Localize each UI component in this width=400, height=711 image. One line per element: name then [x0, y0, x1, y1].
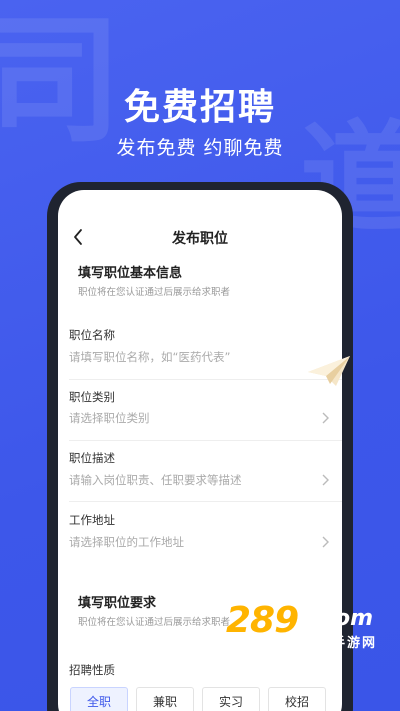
section-hint-requirements: 职位将在您认证通过后展示给求职者 — [78, 617, 231, 628]
divider — [69, 501, 342, 502]
nav-bar: 发布职位 — [58, 220, 342, 254]
chip-campus[interactable]: 校招 — [268, 687, 326, 711]
job-name-input[interactable]: 请填写职位名称，如“医药代表” — [69, 349, 230, 365]
divider — [69, 379, 342, 380]
watermark-number: 289 — [226, 600, 299, 641]
hero-subtitle: 发布免费 约聊免费 — [116, 137, 284, 159]
hero-title: 免费招聘 — [123, 87, 276, 128]
paper-plane-icon — [308, 356, 350, 386]
field-label: 工作地址 — [69, 513, 115, 527]
watermark-suffix: com — [322, 606, 374, 631]
section-hint-basic: 职位将在您认证通过后展示给求职者 — [78, 287, 231, 298]
chip-full-time[interactable]: 全职 — [70, 687, 128, 711]
section-title-basic: 填写职位基本信息 — [78, 266, 183, 281]
field-label: 职位名称 — [69, 328, 115, 342]
chip-internship[interactable]: 实习 — [202, 687, 260, 711]
chevron-right-icon — [322, 536, 329, 548]
chevron-right-icon — [322, 474, 329, 486]
site-watermark: 289 com 手游网 — [226, 600, 396, 651]
field-label: 职位描述 — [69, 451, 115, 465]
watermark-subtitle: 手游网 — [332, 636, 378, 651]
promo-background: 司 道 免费招聘 发布免费 约聊免费 发布职位 填写职位基本信息 职位将在您认证… — [0, 0, 400, 711]
section-title-requirements: 填写职位要求 — [78, 596, 157, 611]
job-description-input[interactable]: 请输入岗位职责、任职要求等描述 — [69, 472, 242, 488]
chip-part-time[interactable]: 兼职 — [136, 687, 194, 711]
divider — [69, 440, 342, 441]
page-title: 发布职位 — [172, 231, 228, 247]
chevron-right-icon — [322, 412, 329, 424]
job-nature-label: 招聘性质 — [69, 663, 115, 677]
field-label: 职位类别 — [69, 390, 115, 404]
job-nature-options: 全职 兼职 实习 校招 — [70, 687, 342, 711]
job-category-select[interactable]: 请选择职位类别 — [69, 410, 150, 426]
work-address-select[interactable]: 请选择职位的工作地址 — [69, 534, 184, 550]
